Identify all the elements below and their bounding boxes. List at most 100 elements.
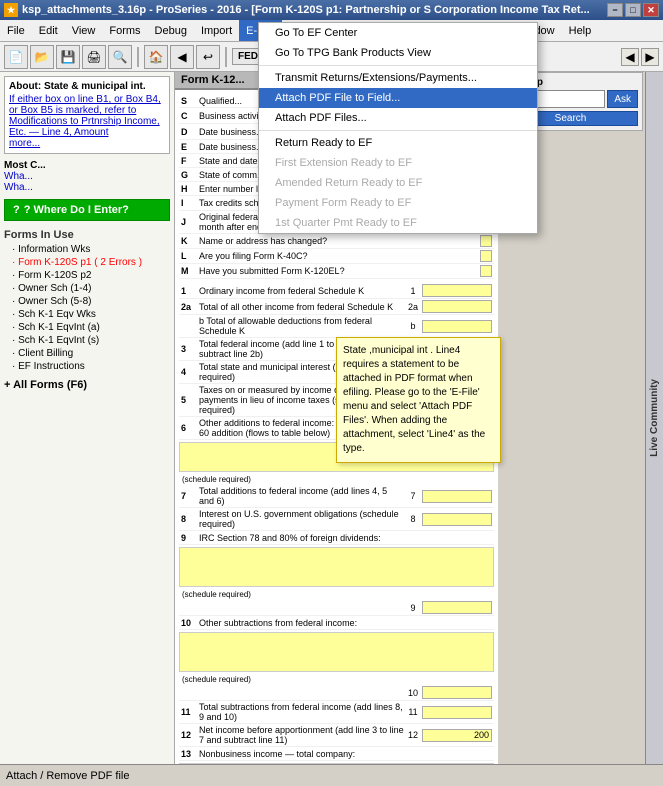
most-common: Most C... Wha... Wha... [0, 158, 174, 195]
menu-attach-pdf-field[interactable]: Attach PDF File to Field... [259, 88, 537, 108]
minimize-button[interactable]: − [607, 3, 623, 17]
checkbox-k[interactable] [480, 235, 492, 247]
preview-button[interactable]: 🔍 [108, 45, 132, 69]
menu-attach-pdf-files[interactable]: Attach PDF Files... [259, 108, 537, 128]
field-line8[interactable] [422, 513, 492, 526]
schedule-label-1: (schedule required) [179, 474, 494, 485]
menu-1st-quarter-ef: 1st Quarter Pmt Ready to EF [259, 213, 537, 233]
field-line2a[interactable] [422, 300, 492, 313]
menu-transmit-returns[interactable]: Transmit Returns/Extensions/Payments... [259, 68, 537, 88]
sidebar-item-owner-sch-58[interactable]: · Owner Sch (5-8) [4, 295, 170, 308]
sidebar-item-schk1-eqvint-s[interactable]: · Sch K-1 EqvInt (s) [4, 334, 170, 347]
form-line-k: K Name or address has changed? [179, 234, 494, 249]
dropdown-sep-1 [259, 65, 537, 66]
form-line-10val: 10 [179, 685, 494, 701]
sidebar-item-k120s-p1[interactable]: · Form K-120S p1 ( 2 Errors ) [4, 256, 170, 269]
field-line11[interactable] [422, 706, 492, 719]
dropdown-sep-2 [259, 130, 537, 131]
field-line2b[interactable] [422, 320, 492, 333]
save-button[interactable]: 💾 [56, 45, 80, 69]
efile-dropdown-menu: Go To EF Center Go To TPG Bank Products … [258, 22, 538, 234]
sidebar-item-schk1-eqv-wks[interactable]: · Sch K-1 Eqv Wks [4, 308, 170, 321]
menu-return-ready-ef[interactable]: Return Ready to EF [259, 133, 537, 153]
where-icon: ? [13, 204, 20, 216]
form-line-9preamble: 9 IRC Section 78 and 80% of foreign divi… [179, 531, 494, 545]
open-button[interactable]: 📂 [30, 45, 54, 69]
menu-view[interactable]: View [65, 20, 103, 41]
sidebar-item-schk1-eqvint-a[interactable]: · Sch K-1 EqvInt (a) [4, 321, 170, 334]
about-link[interactable]: If either box on line B1, or Box B4, or … [9, 94, 165, 138]
form-line-11: 11 Total subtractions from federal incom… [179, 701, 494, 724]
about-box: About: State & municipal int. If either … [4, 76, 170, 154]
most-common-link2[interactable]: Wha... [4, 182, 170, 193]
home-button[interactable]: 🏠 [144, 45, 168, 69]
all-forms[interactable]: + All Forms (F6) [0, 375, 174, 395]
ask-button[interactable]: Ask [607, 90, 638, 108]
about-text: If either box on line B1, or Box B4, or … [9, 94, 161, 138]
live-community-panel[interactable]: Live Community [645, 72, 663, 764]
menu-debug[interactable]: Debug [148, 20, 194, 41]
menu-forms[interactable]: Forms [102, 20, 147, 41]
form-line-13: 13 Nonbusiness income — total company: [179, 747, 494, 761]
field-line9[interactable] [422, 601, 492, 614]
field-line1[interactable] [422, 284, 492, 297]
menu-import[interactable]: Import [194, 20, 239, 41]
close-button[interactable]: ✕ [643, 3, 659, 17]
schedule-area-2 [179, 547, 494, 587]
maximize-button[interactable]: □ [625, 3, 641, 17]
status-text: Attach / Remove PDF file [6, 770, 130, 782]
schedule-area-3 [179, 632, 494, 672]
form-line-7: 7 Total additions to federal income (add… [179, 485, 494, 508]
forms-section: Forms In Use · Information Wks · Form K-… [0, 225, 174, 375]
menu-edit[interactable]: Edit [32, 20, 65, 41]
form-line-1: 1 Ordinary income from federal Schedule … [179, 283, 494, 299]
checkbox-l[interactable] [480, 250, 492, 262]
window-controls: − □ ✕ [607, 3, 659, 17]
forms-section-title[interactable]: Forms In Use [4, 227, 170, 243]
form-line-9: 9 [179, 600, 494, 616]
nav-left[interactable]: ◀ [621, 48, 639, 66]
menu-amended-return-ef: Amended Return Ready to EF [259, 173, 537, 193]
sep2 [225, 47, 227, 67]
form-line-m: M Have you submitted Form K-120EL? [179, 264, 494, 279]
menu-go-to-tpg[interactable]: Go To TPG Bank Products View [259, 43, 537, 63]
field-line10[interactable] [422, 686, 492, 699]
field-line12[interactable]: 200 [422, 729, 492, 742]
title-bar: ★ ksp_attachments_3.16p - ProSeries - 20… [0, 0, 663, 20]
about-title: About: State & municipal int. [9, 81, 165, 92]
where-do-i-enter-button[interactable]: ? ? Where Do I Enter? [4, 199, 170, 221]
print-button[interactable]: 🖨 [82, 45, 106, 69]
menu-file[interactable]: File [0, 20, 32, 41]
sidebar-item-client-billing[interactable]: · Client Billing [4, 347, 170, 360]
nav-arrows: ◀ ▶ [621, 48, 659, 66]
schedule-label-3: (schedule required) [179, 674, 494, 685]
title-text: ksp_attachments_3.16p - ProSeries - 2016… [22, 4, 607, 16]
form-line-2b: b Total of allowable deductions from fed… [179, 315, 494, 338]
form-line-8: 8 Interest on U.S. government obligation… [179, 508, 494, 531]
sep1 [137, 47, 139, 67]
nav-right[interactable]: ▶ [641, 48, 659, 66]
field-line7[interactable] [422, 490, 492, 503]
schedule-label-2: (schedule required) [179, 589, 494, 600]
checkbox-m[interactable] [480, 265, 492, 277]
live-community-label: Live Community [649, 379, 660, 457]
tooltip-box: State ,municipal int . Line4 requires a … [336, 337, 501, 463]
sidebar-item-k120s-p2[interactable]: · Form K-120S p2 [4, 269, 170, 282]
status-bar: Attach / Remove PDF file [0, 764, 663, 786]
form-line-l: L Are you filing Form K-40C? [179, 249, 494, 264]
menu-go-to-ef-center[interactable]: Go To EF Center [259, 23, 537, 43]
about-more[interactable]: more... [9, 138, 40, 149]
sidebar-item-ef-instructions[interactable]: · EF Instructions [4, 360, 170, 373]
undo-button[interactable]: ↩ [196, 45, 220, 69]
menu-help[interactable]: Help [562, 20, 599, 41]
most-common-link1[interactable]: Wha... [4, 171, 170, 182]
back-button[interactable]: ◀ [170, 45, 194, 69]
error-count: ( 2 Errors ) [94, 257, 142, 268]
sidebar-item-information-wks[interactable]: · Information Wks [4, 243, 170, 256]
tooltip-text: State ,municipal int . Line4 requires a … [343, 345, 485, 454]
new-button[interactable]: 📄 [4, 45, 28, 69]
menu-payment-form-ef: Payment Form Ready to EF [259, 193, 537, 213]
form-line-12: 12 Net income before apportionment (add … [179, 724, 494, 747]
app-icon: ★ [4, 3, 18, 17]
sidebar-item-owner-sch-14[interactable]: · Owner Sch (1-4) [4, 282, 170, 295]
